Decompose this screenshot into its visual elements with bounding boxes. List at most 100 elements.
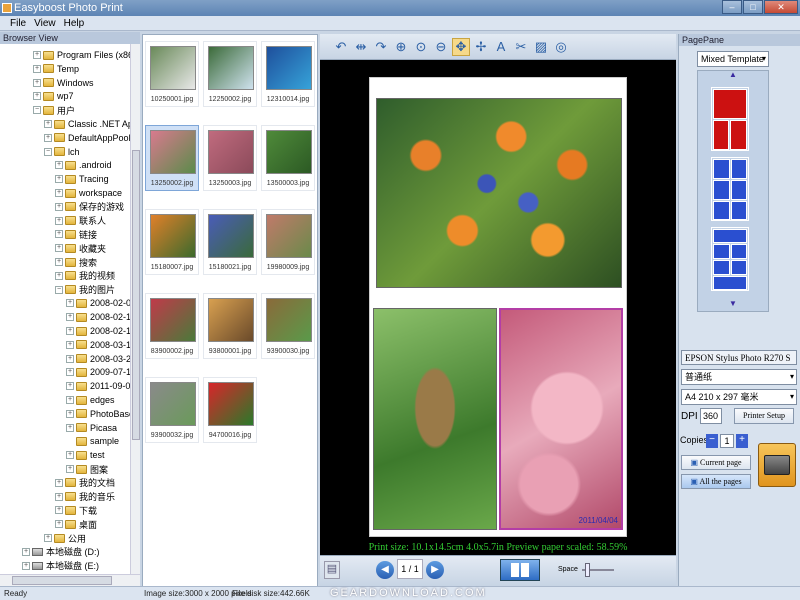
expand-icon[interactable]: + [44, 133, 52, 142]
space-slider-handle[interactable] [585, 563, 591, 577]
tree-item[interactable]: + edges [66, 393, 115, 407]
expand-icon[interactable]: + [55, 520, 63, 529]
photo-flowers[interactable] [376, 98, 622, 288]
menu-view[interactable]: View [30, 16, 60, 30]
zoom-in-icon[interactable]: ⊕ [392, 38, 410, 56]
prev-page-button[interactable]: ◀ [376, 561, 394, 579]
expand-icon[interactable]: + [66, 382, 74, 391]
tree-item[interactable]: + 桌面 [55, 517, 97, 531]
close-button[interactable]: ✕ [764, 0, 798, 14]
tree-item[interactable]: + Temp [33, 62, 79, 76]
thumbnail-item[interactable]: 19980009.jpg [261, 209, 315, 275]
tree-item[interactable]: + Program Files (x86) [33, 48, 136, 62]
save-icon[interactable]: ▤ [324, 561, 340, 579]
expand-icon[interactable]: + [55, 189, 63, 197]
tree-item[interactable]: + 公用 [44, 531, 86, 545]
tree-item[interactable]: +2008-03-14 [66, 338, 136, 352]
thumbnail-item[interactable]: 93900032.jpg [145, 377, 199, 443]
expand-icon[interactable]: + [44, 534, 52, 542]
expand-icon[interactable]: + [66, 340, 74, 349]
tree-item[interactable]: +2009-07-14 [66, 365, 136, 379]
image-icon[interactable]: ▨ [532, 38, 550, 56]
tree-item[interactable]: + 我的视频 [55, 269, 115, 283]
tree-item[interactable]: + workspace [55, 186, 122, 200]
tree-item[interactable]: + 下载 [55, 503, 97, 517]
tree-item[interactable]: +2008-03-24 [66, 352, 136, 366]
tree-item[interactable]: +2008-02-11 [66, 310, 135, 324]
expand-icon[interactable]: + [55, 258, 63, 266]
expand-icon[interactable]: + [66, 299, 74, 308]
tree-item[interactable]: +Classic .NET AppPo [44, 117, 139, 131]
tree-item[interactable]: − 我的图片 [55, 283, 115, 297]
scroll-up-icon[interactable]: ▲ [729, 70, 737, 79]
expand-icon[interactable]: + [55, 271, 63, 280]
tree-item[interactable]: + PhotoBase Si [66, 407, 139, 421]
tree-item[interactable]: +2008-02-18 [66, 324, 136, 338]
thumbnail-item[interactable]: 15180007.jpg [145, 209, 199, 275]
expand-icon[interactable]: + [66, 465, 74, 473]
thumbnail-item[interactable]: 94700016.jpg [203, 377, 257, 443]
expand-icon[interactable]: + [66, 354, 74, 363]
rotate-right-icon[interactable]: ↷ [372, 38, 390, 56]
expand-icon[interactable]: + [66, 396, 74, 404]
collapse-icon[interactable]: − [55, 285, 63, 294]
expand-icon[interactable]: + [66, 423, 74, 432]
expand-icon[interactable]: + [55, 230, 63, 239]
copies-decrease-button[interactable]: − [706, 434, 718, 448]
copies-increase-button[interactable]: + [736, 434, 748, 448]
tree-vertical-scrollbar[interactable] [130, 44, 140, 574]
move-icon[interactable]: ✥ [452, 37, 470, 56]
expand-icon[interactable]: + [33, 51, 41, 59]
expand-icon[interactable]: + [22, 561, 30, 570]
tree-item[interactable]: + Picasa [66, 421, 117, 435]
tree-item[interactable]: + 搜索 [55, 255, 97, 269]
tree-item[interactable]: + Tracing [55, 172, 109, 186]
thumbnail-item[interactable]: 93800001.jpg [203, 293, 257, 359]
thumbnail-item[interactable]: 13500003.jpg [261, 125, 315, 191]
expand-icon[interactable]: + [55, 175, 63, 184]
tree-item[interactable]: + 收藏夹 [55, 241, 106, 255]
expand-icon[interactable]: + [33, 78, 41, 87]
thumbnail-item[interactable]: 12250002.jpg [203, 41, 257, 107]
collapse-icon[interactable]: − [33, 106, 41, 115]
expand-icon[interactable]: + [22, 547, 30, 556]
expand-icon[interactable]: + [55, 244, 63, 253]
minimize-button[interactable]: – [722, 0, 742, 14]
tree-scroll-thumb[interactable] [132, 150, 140, 440]
tree-item[interactable]: + 本地磁盘 (D:) [22, 545, 100, 559]
photo-cat[interactable] [373, 308, 497, 530]
paper-type-select[interactable]: 普通纸 ▾ [681, 369, 797, 385]
expand-icon[interactable]: + [55, 216, 63, 225]
expand-icon[interactable]: + [55, 478, 63, 487]
tree-item[interactable]: + 图案 [66, 462, 108, 476]
tree-item[interactable]: + 保存的游戏 [55, 200, 124, 214]
thumbnail-item[interactable]: 10250001.jpg [145, 41, 199, 107]
expand-icon[interactable]: + [66, 327, 74, 335]
thumbnail-item[interactable]: 15180021.jpg [203, 209, 257, 275]
tree-item[interactable]: − 用户 [33, 103, 75, 117]
tree-item[interactable]: + 联系人 [55, 214, 106, 228]
copies-input[interactable]: 1 [720, 434, 734, 448]
thumbnail-item[interactable]: 13250002.jpg [145, 125, 199, 191]
color-icon[interactable]: ◎ [552, 38, 570, 56]
tree-item[interactable]: + 链接 [55, 227, 97, 241]
expand-icon[interactable]: + [66, 451, 74, 460]
collapse-icon[interactable]: − [44, 147, 52, 156]
expand-icon[interactable]: + [55, 161, 63, 170]
tree-item[interactable]: + wp7 [33, 89, 74, 103]
expand-icon[interactable]: + [66, 313, 74, 322]
thumbnail-item[interactable]: 83900002.jpg [145, 293, 199, 359]
expand-icon[interactable]: + [55, 202, 63, 211]
next-page-button[interactable]: ▶ [426, 561, 444, 579]
printer-setup-button[interactable]: Printer Setup [734, 408, 794, 424]
tree-item[interactable]: sample [66, 434, 119, 448]
expand-icon[interactable]: + [66, 409, 74, 418]
thumbnail-item[interactable]: 93900030.jpg [261, 293, 315, 359]
tree-item[interactable]: + 本地磁盘 (E:) [22, 559, 99, 573]
expand-icon[interactable]: + [33, 92, 41, 101]
template-two-split[interactable] [711, 87, 749, 151]
zoom-out-icon[interactable]: ⊖ [432, 38, 450, 56]
pan-icon[interactable]: ✢ [472, 38, 490, 56]
menu-file[interactable]: File [6, 16, 30, 30]
expand-icon[interactable]: + [44, 120, 52, 128]
